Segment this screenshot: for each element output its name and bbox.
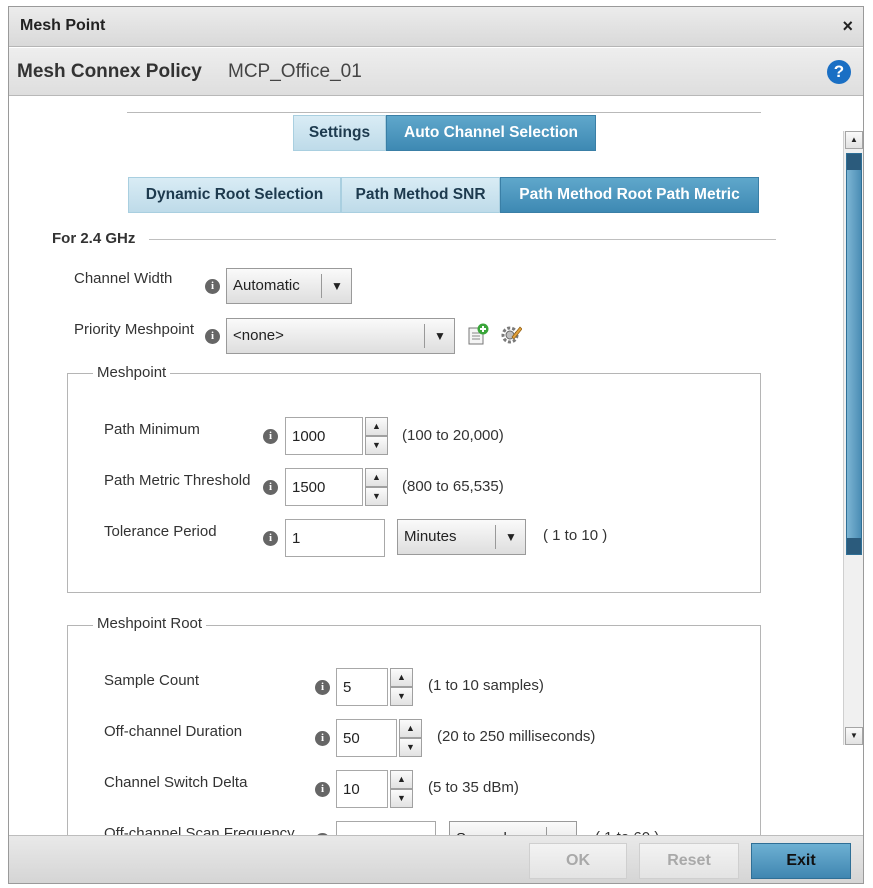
dialog-titlebar: Mesh Point × [9,7,863,47]
channel-switch-delta-input[interactable]: 10 [336,770,388,808]
policy-name: MCP_Office_01 [228,61,362,82]
info-icon[interactable]: i [205,329,220,344]
spin-down-icon[interactable]: ▼ [365,436,388,455]
info-icon[interactable]: i [315,731,330,746]
reset-button[interactable]: Reset [639,843,739,879]
spin-up-icon[interactable]: ▲ [365,468,388,487]
meshpoint-root-legend: Meshpoint Root [93,615,207,632]
sample-count-stepper: ▲ ▼ [390,668,413,706]
spin-up-icon[interactable]: ▲ [399,719,422,738]
spin-down-icon[interactable]: ▼ [390,687,413,706]
tolerance-period-unit-select[interactable]: Minutes ▼ [397,519,526,555]
tab-path-method-root-path-metric[interactable]: Path Method Root Path Metric [500,177,759,213]
off-channel-duration-value: 50 [343,730,360,747]
path-minimum-range: (100 to 20,000) [402,427,504,444]
content-area: Settings Auto Channel Selection Dynamic … [9,97,863,865]
ok-button[interactable]: OK [529,843,627,879]
channel-switch-delta-range: (5 to 35 dBm) [428,779,519,796]
spin-down-icon[interactable]: ▼ [390,789,413,808]
policy-header: Mesh Connex Policy MCP_Office_01 ? [9,48,863,96]
priority-meshpoint-label: Priority Meshpoint [74,321,195,338]
channel-switch-delta-value: 10 [343,781,360,798]
band-section-title: For 2.4 GHz [52,230,136,247]
info-icon[interactable]: i [205,279,220,294]
band-section-rule [149,239,776,240]
info-icon[interactable]: i [315,680,330,695]
scroll-up-icon[interactable]: ▲ [845,131,863,149]
path-metric-threshold-range: (800 to 65,535) [402,478,504,495]
tab-dynamic-root-selection[interactable]: Dynamic Root Selection [128,177,341,213]
info-icon[interactable]: i [263,429,278,444]
path-minimum-stepper: ▲ ▼ [365,417,388,455]
channel-switch-delta-stepper: ▲ ▼ [390,770,413,808]
tolerance-period-label: Tolerance Period [104,523,217,540]
info-icon[interactable]: i [263,531,278,546]
off-channel-duration-range: (20 to 250 milliseconds) [437,728,596,745]
close-icon[interactable]: × [842,16,853,37]
channel-width-select[interactable]: Automatic ▼ [226,268,352,304]
path-minimum-label: Path Minimum [104,421,200,438]
spin-up-icon[interactable]: ▲ [390,668,413,687]
path-minimum-value: 1000 [292,428,326,445]
tab-path-method-snr[interactable]: Path Method SNR [341,177,500,213]
help-icon[interactable]: ? [827,60,851,84]
add-policy-icon[interactable] [467,323,489,345]
dialog-title: Mesh Point [20,17,106,34]
select-divider [495,525,496,549]
meshpoint-legend: Meshpoint [93,364,171,381]
path-metric-threshold-stepper: ▲ ▼ [365,468,388,506]
mesh-point-dialog: Mesh Point × Mesh Connex Policy MCP_Offi… [8,6,864,884]
select-divider [424,324,425,348]
path-metric-threshold-label: Path Metric Threshold [104,472,251,489]
dialog-footer: OK Reset Exit [9,835,863,883]
vertical-scrollbar[interactable]: ▲ ▼ [843,131,863,745]
tolerance-period-value: 1 [292,530,301,547]
tolerance-period-input[interactable]: 1 [285,519,385,557]
tab-divider [127,112,761,113]
off-channel-duration-stepper: ▲ ▼ [399,719,422,757]
path-metric-threshold-input[interactable]: 1500 [285,468,363,506]
spin-down-icon[interactable]: ▼ [365,487,388,506]
exit-button[interactable]: Exit [751,843,851,879]
chevron-down-icon: ▼ [434,329,446,343]
priority-meshpoint-select[interactable]: <none> ▼ [226,318,455,354]
spin-up-icon[interactable]: ▲ [390,770,413,789]
tolerance-period-range: ( 1 to 10 ) [543,527,608,544]
priority-meshpoint-value: <none> [233,327,284,344]
chevron-down-icon: ▼ [331,279,343,293]
scroll-thumb[interactable] [846,153,862,555]
tab-auto-channel-selection[interactable]: Auto Channel Selection [386,115,596,151]
sample-count-label: Sample Count [104,672,200,689]
sample-count-range: (1 to 10 samples) [428,677,544,694]
info-icon[interactable]: i [315,782,330,797]
edit-gear-icon[interactable] [500,323,522,345]
sample-count-input[interactable]: 5 [336,668,388,706]
sample-count-value: 5 [343,679,352,696]
policy-label: Mesh Connex Policy [17,61,202,82]
info-icon[interactable]: i [263,480,278,495]
scroll-down-icon[interactable]: ▼ [845,727,863,745]
select-divider [321,274,322,298]
path-metric-threshold-value: 1500 [292,479,326,496]
channel-width-value: Automatic [233,277,300,294]
path-minimum-input[interactable]: 1000 [285,417,363,455]
tolerance-period-unit: Minutes [404,528,457,545]
tab-settings[interactable]: Settings [293,115,386,151]
chevron-down-icon: ▼ [505,530,517,544]
channel-switch-delta-label: Channel Switch Delta [104,774,248,791]
off-channel-duration-label: Off-channel Duration [104,723,243,740]
spin-up-icon[interactable]: ▲ [365,417,388,436]
spin-down-icon[interactable]: ▼ [399,738,422,757]
channel-width-label: Channel Width [74,270,173,287]
off-channel-duration-input[interactable]: 50 [336,719,397,757]
